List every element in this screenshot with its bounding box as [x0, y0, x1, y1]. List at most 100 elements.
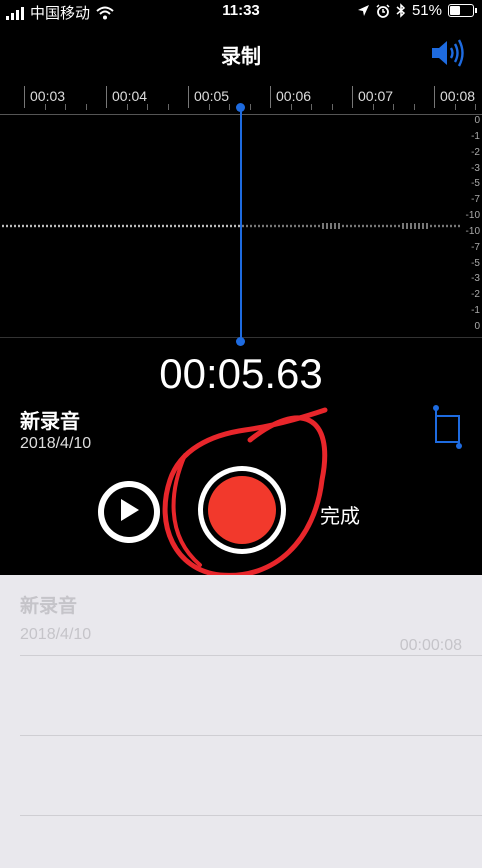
- waveform-sample: [102, 224, 104, 228]
- timeline-major-tick: [24, 86, 25, 108]
- db-scale-label: -5: [471, 257, 480, 269]
- waveform-sample: [54, 224, 56, 228]
- waveform-sample: [346, 224, 348, 228]
- page-title: 录制: [221, 46, 261, 68]
- waveform-sample: [190, 224, 192, 228]
- waveform-sample: [166, 224, 168, 228]
- waveform-sample: [338, 223, 340, 229]
- waveform-sample: [202, 224, 204, 228]
- waveform-sample: [66, 224, 68, 228]
- waveform-sample: [390, 224, 392, 228]
- playhead[interactable]: [240, 106, 242, 342]
- waveform-sample: [350, 224, 352, 228]
- timeline-minor-tick: [65, 104, 66, 110]
- db-scale: 0 -1 -2 -3 -5 -7 -10 -10 -7 -5 -3 -2 -1 0: [460, 115, 482, 337]
- speaker-icon[interactable]: [430, 38, 470, 68]
- timeline-minor-tick: [311, 104, 312, 110]
- waveform-sample: [162, 224, 164, 228]
- waveform-sample: [330, 223, 332, 229]
- waveform-sample: [426, 223, 428, 229]
- timeline-minor-tick: [475, 104, 476, 110]
- status-right: 51%: [357, 2, 477, 19]
- waveform-sample: [114, 224, 116, 228]
- waveform-sample: [410, 223, 412, 229]
- waveform-sample: [322, 223, 324, 229]
- playhead-bottom-handle[interactable]: [236, 337, 245, 346]
- waveform-sample: [142, 224, 144, 228]
- waveform-sample: [382, 224, 384, 228]
- waveform-sample: [318, 224, 320, 228]
- waveform-sample: [30, 224, 32, 228]
- waveform-sample: [286, 224, 288, 228]
- waveform-sample: [98, 224, 100, 228]
- recording-date: 2018/4/10: [20, 435, 92, 452]
- waveform-sample: [298, 224, 300, 228]
- elapsed-time: 00:05.63: [159, 350, 323, 397]
- play-button[interactable]: [98, 481, 160, 543]
- timeline-minor-tick: [393, 104, 394, 110]
- waveform-sample: [402, 223, 404, 229]
- waveform-sample: [378, 224, 380, 228]
- waveform-sample: [18, 224, 20, 228]
- timeline-major-tick: [434, 86, 435, 108]
- timeline-major-tick: [106, 86, 107, 108]
- record-button[interactable]: [198, 466, 286, 554]
- waveform-sample: [374, 224, 376, 228]
- waveform: [2, 223, 460, 229]
- waveform-sample: [6, 224, 8, 228]
- timeline-minor-tick: [167, 104, 169, 110]
- db-scale-label: 0: [474, 115, 480, 126]
- recording-name[interactable]: 新录音: [20, 405, 80, 434]
- waveform-sample: [178, 224, 180, 228]
- list-item-date: 2018/4/10: [20, 626, 92, 643]
- crop-icon[interactable]: [432, 404, 462, 450]
- timeline-minor-tick: [208, 104, 210, 110]
- waveform-sample: [110, 224, 112, 228]
- waveform-sample: [218, 224, 220, 228]
- waveform-sample: [90, 224, 92, 228]
- timeline-minor-tick: [290, 104, 292, 110]
- list-item-duration: 00:00:08: [399, 637, 462, 654]
- waveform-sample: [342, 224, 344, 228]
- waveform-sample: [398, 224, 400, 228]
- timeline-minor-tick: [229, 104, 230, 110]
- recordings-list: 新录音 2018/4/10 00:00:08: [0, 575, 482, 868]
- waveform-sample: [186, 224, 188, 228]
- waveform-sample: [134, 224, 136, 228]
- timeline-major-tick: [270, 86, 271, 108]
- list-divider: [20, 735, 482, 736]
- waveform-sample: [198, 224, 200, 228]
- waveform-sample: [234, 224, 236, 228]
- timeline-minor-tick: [413, 104, 415, 110]
- timeline-major-tick: [188, 86, 189, 108]
- playhead-top-handle[interactable]: [236, 103, 245, 112]
- waveform-sample: [50, 224, 52, 228]
- db-scale-label: -3: [471, 273, 480, 285]
- timeline-minor-tick: [126, 104, 128, 110]
- waveform-sample: [290, 224, 292, 228]
- waveform-sample: [438, 224, 440, 228]
- waveform-sample: [38, 224, 40, 228]
- list-item[interactable]: 新录音 2018/4/10 00:00:08: [20, 591, 462, 654]
- waveform-sample: [82, 224, 84, 228]
- waveform-sample: [242, 224, 244, 228]
- waveform-sample: [158, 224, 160, 228]
- waveform-sample: [78, 224, 80, 228]
- waveform-sample: [442, 224, 444, 228]
- waveform-sample: [210, 224, 212, 228]
- alarm-icon: [376, 3, 390, 18]
- waveform-sample: [46, 224, 48, 228]
- waveform-sample: [314, 224, 316, 228]
- timeline-label: 00:06: [276, 88, 312, 104]
- waveform-sample: [26, 224, 28, 228]
- waveform-sample: [138, 224, 140, 228]
- waveform-sample: [86, 224, 88, 228]
- waveform-sample: [430, 224, 432, 228]
- waveform-sample: [306, 224, 308, 228]
- timeline-major-tick: [352, 86, 353, 108]
- waveform-sample: [358, 224, 360, 228]
- waveform-sample: [446, 224, 448, 228]
- done-button[interactable]: 完成: [320, 500, 360, 529]
- db-scale-label: -7: [471, 194, 480, 206]
- waveform-sample: [94, 224, 96, 228]
